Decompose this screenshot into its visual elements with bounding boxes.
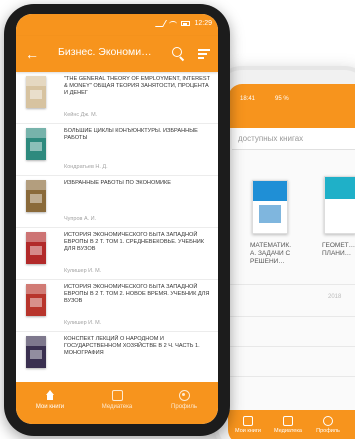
book-author: Кулишер И. М. xyxy=(64,320,102,326)
back-bottom-nav: Мои книги Медиатека Профиль xyxy=(228,410,355,439)
book-title: КОНСПЕКТ ЛЕКЦИЙ О НАРОДНОМ И ГОСУДАРСТВЕ… xyxy=(64,336,200,356)
user-icon xyxy=(323,416,333,426)
sort-icon[interactable] xyxy=(194,44,214,64)
list-item[interactable]: ИСТОРИЯ ЭКОНОМИЧЕСКОГО БЫТА ЗАПАДНОЙ ЕВР… xyxy=(16,228,218,280)
book-title: ИСТОРИЯ ЭКОНОМИЧЕСКОГО БЫТА ЗАПАДНОЙ ЕВР… xyxy=(64,284,210,304)
nav-my-books[interactable]: Мои книги xyxy=(20,390,80,410)
book-author: Чупров А. И. xyxy=(64,216,97,222)
back-book-caption-2: ГЕОМЕТ… ПЛАНИ… xyxy=(322,242,355,257)
page-title: Бизнес. Экономи… xyxy=(58,46,152,58)
phone-screen: 12:29 ← Бизнес. Экономи… "THE GENERAL TH… xyxy=(16,14,218,424)
book-title: "THE GENERAL THEORY OF EMPLOYMENT, INTER… xyxy=(64,76,210,96)
book-title: ИЗБРАННЫЕ РАБОТЫ ПО ЭКОНОМИКЕ xyxy=(64,180,171,186)
nav-media[interactable]: Медиатека xyxy=(87,390,147,410)
status-time: 12:29 xyxy=(194,20,212,27)
user-icon xyxy=(178,390,190,401)
back-phone: 18:41 95 % доступных книгах МАТЕМАТИК. А… xyxy=(214,66,355,439)
bottom-nav: Мои книги Медиатека Профиль xyxy=(16,382,218,424)
nav-label: Профиль xyxy=(171,404,197,410)
back-divider xyxy=(228,346,355,347)
home-icon xyxy=(45,390,56,401)
front-phone: 12:29 ← Бизнес. Экономи… "THE GENERAL TH… xyxy=(4,4,230,436)
app-screenshot: 18:41 95 % доступных книгах МАТЕМАТИК. А… xyxy=(0,0,355,439)
nav-label: Мои книги xyxy=(35,404,65,410)
book-icon xyxy=(243,416,253,426)
book-cover xyxy=(26,336,46,368)
search-icon[interactable] xyxy=(168,44,188,64)
battery-icon xyxy=(181,21,191,26)
back-year: 2018 xyxy=(328,294,342,300)
list-item[interactable]: "THE GENERAL THEORY OF EMPLOYMENT, INTER… xyxy=(16,72,218,124)
book-cover xyxy=(26,180,46,212)
list-item[interactable]: КОНСПЕКТ ЛЕКЦИЙ О НАРОДНОМ И ГОСУДАРСТВЕ… xyxy=(16,332,218,382)
back-status-bar: 18:41 95 % xyxy=(240,96,289,102)
back-book-cover-2[interactable] xyxy=(324,176,355,234)
status-icons: 12:29 xyxy=(155,20,212,27)
book-cover xyxy=(26,128,46,160)
book-author: Кондратьев Н. Д. xyxy=(64,164,108,170)
shelf-icon xyxy=(283,416,293,426)
back-search-input[interactable]: доступных книгах xyxy=(232,128,355,150)
list-item[interactable]: БОЛЬШИЕ ЦИКЛЫ КОНЪЮНКТУРЫ. ИЗБРАННЫЕ РАБ… xyxy=(16,124,218,176)
shelf-icon xyxy=(111,390,123,401)
back-divider xyxy=(228,316,355,317)
nav-profile[interactable]: Профиль xyxy=(154,390,214,410)
back-divider xyxy=(228,284,355,285)
back-book-caption-1: МАТЕМАТИК. А. ЗАДАЧИ С РЕШЕНИ… xyxy=(250,242,292,265)
status-bar: 12:29 xyxy=(16,14,218,36)
book-cover xyxy=(26,284,46,316)
wifi-icon xyxy=(169,20,178,27)
book-title: ИСТОРИЯ ЭКОНОМИЧЕСКОГО БЫТА ЗАПАДНОЙ ЕВР… xyxy=(64,232,205,252)
back-status-time: 18:41 xyxy=(240,96,256,102)
list-item[interactable]: ИСТОРИЯ ЭКОНОМИЧЕСКОГО БЫТА ЗАПАДНОЙ ЕВР… xyxy=(16,280,218,332)
book-list: "THE GENERAL THEORY OF EMPLOYMENT, INTER… xyxy=(16,72,218,382)
nav-label: Медиатека xyxy=(101,404,133,410)
back-divider xyxy=(228,376,355,377)
book-author: Кулишер И. М. xyxy=(64,268,102,274)
app-toolbar: ← Бизнес. Экономи… xyxy=(16,36,218,72)
book-cover xyxy=(26,76,46,108)
back-top-bar: 18:41 95 % xyxy=(228,84,355,128)
back-nav-my-books[interactable]: Мои книги xyxy=(228,416,268,434)
book-cover xyxy=(26,232,46,264)
book-author: Кейнс Дж. М. xyxy=(64,112,98,118)
back-phone-screen: 18:41 95 % доступных книгах МАТЕМАТИК. А… xyxy=(228,84,355,439)
back-status-battery: 95 % xyxy=(275,96,289,102)
signal-icon xyxy=(155,20,168,27)
list-item[interactable]: ИЗБРАННЫЕ РАБОТЫ ПО ЭКОНОМИКЕ Чупров А. … xyxy=(16,176,218,228)
book-title: БОЛЬШИЕ ЦИКЛЫ КОНЪЮНКТУРЫ. ИЗБРАННЫЕ РАБ… xyxy=(64,128,198,141)
back-book-cover-1[interactable] xyxy=(252,180,288,234)
back-arrow-icon[interactable]: ← xyxy=(22,44,42,64)
back-nav-media[interactable]: Медиатека xyxy=(268,416,308,434)
back-nav-profile[interactable]: Профиль xyxy=(308,416,348,434)
